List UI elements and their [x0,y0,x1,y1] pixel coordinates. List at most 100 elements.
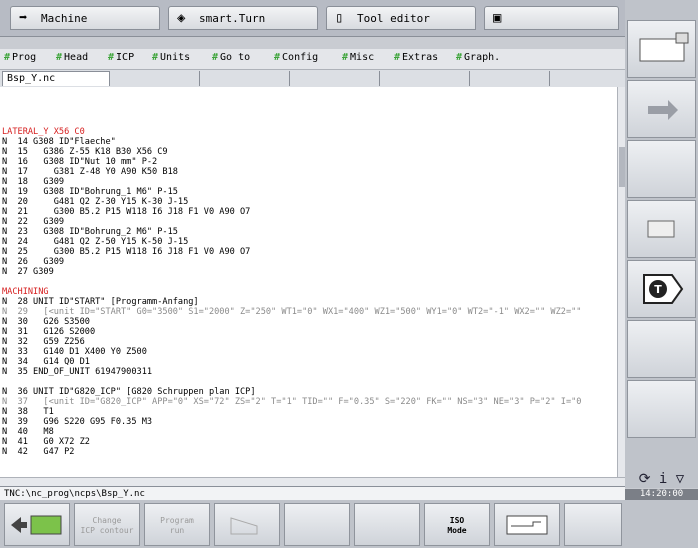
code-line[interactable]: N 25 G300 B5.2 P15 W118 I6 J18 F1 V0 A90… [2,247,581,257]
code-line[interactable]: N 18 G309 [2,177,581,187]
machine-view-icon [639,32,689,62]
softkey-empty-3[interactable] [627,380,696,438]
softkey-empty-6[interactable] [564,503,622,546]
menu-prog[interactable]: # Prog [4,52,36,63]
menu-misc[interactable]: # Misc [342,52,374,63]
simulation-icon [230,517,258,535]
code-line[interactable]: N 34 G14 Q0 D1 [2,357,581,367]
softkey-simulation[interactable] [214,503,280,546]
softkey-tool-t[interactable]: T [627,260,696,318]
code-line[interactable]: N 39 G96 S220 G95 F0.35 M3 [2,417,581,427]
code-line[interactable]: N 19 G308 ID"Bohrung_1 M6" P-15 [2,187,581,197]
calculator-icon [647,220,675,238]
tool-table-icon [506,515,548,535]
code-line[interactable]: N 33 G140 D1 X400 Y0 Z500 [2,347,581,357]
code-lines: LATERAL_Y X56 C0 N 14 G308 ID"Flaeche" N 1… [2,127,581,457]
softkey-program-run[interactable]: Program run [144,503,210,546]
app-tabbar: ➡ Machine ◈ smart.Turn ▯ Tool editor ▣ [0,0,625,37]
tab-machine[interactable]: ➡ Machine [10,6,160,30]
file-tab-empty[interactable] [470,71,550,86]
softkey-change-icp-contour[interactable]: Change ICP contour [74,503,140,546]
code-line[interactable]: N 22 G309 [2,217,581,227]
menu-head[interactable]: # Head [56,52,88,63]
code-line[interactable]: N 29 [<unit ID="START" G0="3500" S1="200… [2,307,581,317]
softkey-machine-view[interactable] [627,20,696,78]
grid-icon: # [342,52,349,63]
code-line[interactable]: N 32 G59 Z256 [2,337,581,347]
code-line[interactable]: N 20 G481 Q2 Z-30 Y15 K-30 J-15 [2,197,581,207]
softkey-program-manager[interactable] [4,503,70,546]
softkey-iso-mode[interactable]: ISO Mode [424,503,490,546]
code-line[interactable]: N 17 G381 Z-48 Y0 A90 K50 B18 [2,167,581,177]
svg-text:T: T [654,283,662,296]
code-line[interactable]: N 40 M8 [2,427,581,437]
tool-editor-icon: ▯ [335,10,344,26]
code-line[interactable]: N 16 G308 ID"Nut 10 mm" P-2 [2,157,581,167]
file-tab-bsp-y[interactable]: Bsp_Y.nc [2,71,110,86]
menu-goto[interactable]: # Go to [212,52,250,63]
grid-icon: # [108,52,115,63]
grid-icon: # [4,52,11,63]
vertical-softkey-bar: T [625,0,698,488]
softkey-empty-1[interactable] [627,140,696,198]
code-line[interactable]: N 42 G47 P2 [2,447,581,457]
code-line[interactable]: N 30 G26 S3500 [2,317,581,327]
file-tab-empty[interactable] [110,71,200,86]
softkey-empty-2[interactable] [627,320,696,378]
grid-icon: # [274,52,281,63]
code-line[interactable]: N 35 END_OF_UNIT 61947900311 [2,367,581,377]
code-line[interactable]: N 15 G386 Z-55 K18 B30 X56 C9 [2,147,581,157]
code-line[interactable]: N 37 [<unit ID="G820_ICP" APP="0" XS="72… [2,397,581,407]
code-line[interactable]: N 27 G309 [2,267,581,277]
menu-config[interactable]: # Config [274,52,318,63]
code-line[interactable]: N 28 UNIT ID"START" [Programm-Anfang] [2,297,581,307]
softkey-corner [625,500,698,548]
tab-smart-turn[interactable]: ◈ smart.Turn [168,6,318,30]
grid-icon: # [56,52,63,63]
grid-icon: # [212,52,219,63]
file-path-status: TNC:\nc_prog\ncps\Bsp_Y.nc [0,486,625,500]
file-tab-empty[interactable] [290,71,380,86]
diamond-arrows-icon: ◈ [177,10,186,26]
code-line[interactable]: N 31 G126 S2000 [2,327,581,337]
code-line[interactable]: N 26 G309 [2,257,581,267]
code-line[interactable]: N 36 UNIT ID"G820_ICP" [G820 Schruppen p… [2,387,581,397]
horizontal-softkey-bar: Change ICP contour Program run ISO Mode [0,500,625,548]
code-line[interactable]: N 24 G481 Q2 Z-50 Y15 K-50 J-15 [2,237,581,247]
grid-icon: # [456,52,463,63]
file-tab-empty[interactable] [200,71,290,86]
grid-icon: # [394,52,401,63]
code-line[interactable]: N 21 G300 B5.2 P15 W118 I6 J18 F1 V0 A90… [2,207,581,217]
code-line[interactable]: N 41 G0 X72 Z2 [2,437,581,447]
menu-extras[interactable]: # Extras [394,52,438,63]
tab-save[interactable]: ▣ [484,6,619,30]
code-line[interactable]: LATERAL_Y X56 C0 [2,127,581,137]
tab-tool-editor[interactable]: ▯ Tool editor [326,6,476,30]
softkey-empty-5[interactable] [354,503,420,546]
nc-program-editor[interactable]: LATERAL_Y X56 C0 N 14 G308 ID"Flaeche" N 1… [0,87,617,477]
code-line[interactable] [2,277,581,287]
file-tabbar: Bsp_Y.nc [0,70,625,88]
menu-units[interactable]: # Units [152,52,190,63]
softkey-calculator[interactable] [627,200,696,258]
save-icon: ▣ [493,10,502,26]
clock: 14:20:00 [625,489,698,500]
softkey-empty-4[interactable] [284,503,350,546]
menu-bar: # Prog # Head # ICP # Units # Go to # Config #… [0,49,625,70]
forward-arrow-icon [648,100,678,120]
nav-controls[interactable]: ⟳ i ▽ [625,470,698,488]
code-line[interactable] [2,377,581,387]
code-line[interactable]: N 23 G308 ID"Bohrung_2 M6" P-15 [2,227,581,237]
menu-graph[interactable]: # Graph. [456,52,500,63]
program-manager-icon [11,515,62,535]
code-line[interactable]: MACHINING [2,287,581,297]
file-tab-empty[interactable] [380,71,470,86]
menu-icp[interactable]: # ICP [108,52,134,63]
code-line[interactable]: N 14 G308 ID"Flaeche" [2,137,581,147]
tool-t-icon: T [643,274,684,304]
arrow-right-icon: ➡ [19,10,28,26]
softkey-tool-table[interactable] [494,503,560,546]
code-line[interactable]: N 38 T1 [2,407,581,417]
grid-icon: # [152,52,159,63]
softkey-forward[interactable] [627,80,696,138]
